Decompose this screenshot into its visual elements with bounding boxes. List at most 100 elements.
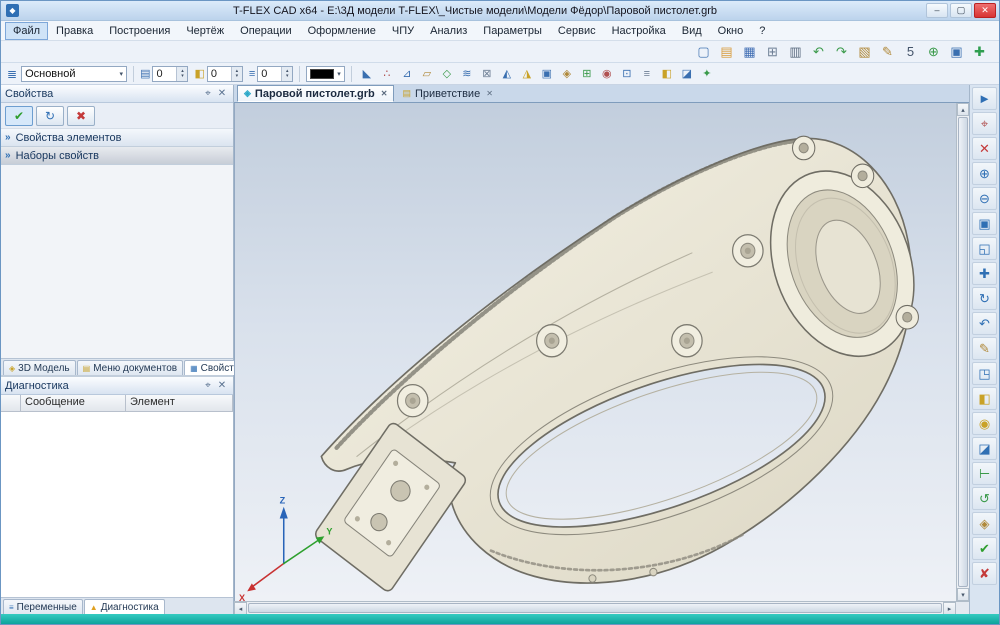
spinner-input[interactable]: 0 ▴▾ <box>152 66 188 82</box>
menu-item[interactable]: Операции <box>232 22 299 40</box>
close-panel-icon[interactable]: ✕ <box>215 88 229 99</box>
filter-hatches-icon[interactable]: ▱ <box>418 65 436 83</box>
column-header-message[interactable]: Сообщение <box>21 395 126 411</box>
bottom-tab[interactable]: ≡ Переменные <box>3 599 83 614</box>
refresh-button[interactable]: ↻ <box>36 106 64 126</box>
filter-operations-icon[interactable]: ⊞ <box>578 65 596 83</box>
menu-item[interactable]: Окно <box>710 22 752 40</box>
material-icon[interactable]: ◧ <box>972 387 997 410</box>
filter-lcs-icon[interactable]: ⊡ <box>618 65 636 83</box>
bottom-tab[interactable]: ▲ Диагностика <box>84 599 165 614</box>
previous-view-icon[interactable]: ↶ <box>972 312 997 335</box>
3d-model-canvas[interactable]: Z X Y <box>235 103 956 601</box>
close-tab-icon[interactable]: ✕ <box>381 89 388 98</box>
print-preview-icon[interactable]: ⊞ <box>763 42 782 61</box>
line-color-swatch[interactable]: ▾ <box>306 66 345 82</box>
close-panel-icon[interactable]: ✕ <box>215 380 229 391</box>
filter-3d-nodes-icon[interactable]: ◉ <box>598 65 616 83</box>
regenerate-icon[interactable]: ↺ <box>972 487 997 510</box>
section-header[interactable]: » Свойства элементов <box>1 129 233 147</box>
menu-item[interactable]: Построения <box>101 22 178 40</box>
open-document-icon[interactable]: ▤ <box>717 42 736 61</box>
close-document-icon[interactable]: ✕ <box>972 137 997 160</box>
filter-sections-icon[interactable]: ◪ <box>678 65 696 83</box>
add-element-icon[interactable]: ✚ <box>970 42 989 61</box>
menu-item[interactable]: Файл <box>5 22 48 40</box>
insert-link-icon[interactable]: ⊕ <box>924 42 943 61</box>
filter-all-icon[interactable]: ✦ <box>698 65 716 83</box>
redo-icon[interactable]: ↷ <box>832 42 851 61</box>
column-header-element[interactable]: Элемент <box>126 395 233 411</box>
menu-item[interactable]: Оформление <box>300 22 384 40</box>
isometric-cube-icon[interactable]: ◈ <box>972 512 997 535</box>
zoom-all-icon[interactable]: ◱ <box>972 237 997 260</box>
document-tab[interactable]: ◈ Паровой пистолет.grb ✕ <box>237 85 394 102</box>
menu-item[interactable]: Настройка <box>604 22 674 40</box>
title-bar[interactable]: ◆ T-FLEX CAD x64 - E:\3Д модели T-FLEX\_… <box>1 1 999 21</box>
scroll-up-icon[interactable]: ▴ <box>957 103 969 116</box>
filter-images-icon[interactable]: ⊠ <box>478 65 496 83</box>
print-icon[interactable]: ▥ <box>786 42 805 61</box>
spinner-input[interactable]: 0 ▴▾ <box>207 66 243 82</box>
pin-icon[interactable]: ⌖ <box>201 380 215 391</box>
select-mode-icon[interactable]: ► <box>972 87 997 110</box>
menu-item[interactable]: Вид <box>674 22 710 40</box>
filter-nodes-icon[interactable]: ∴ <box>378 65 396 83</box>
menu-item[interactable]: Сервис <box>550 22 604 40</box>
close-button[interactable]: ✕ <box>974 3 996 18</box>
filter-routes-icon[interactable]: ≡ <box>638 65 656 83</box>
filter-splines-icon[interactable]: ≋ <box>458 65 476 83</box>
filter-bodies-icon[interactable]: ◈ <box>558 65 576 83</box>
filter-lines-icon[interactable]: ◣ <box>358 65 376 83</box>
rotate-view-icon[interactable]: ↻ <box>972 287 997 310</box>
filter-faces-icon[interactable]: ◧ <box>658 65 676 83</box>
apply-button[interactable]: ✔ <box>5 106 33 126</box>
menu-item[interactable]: ЧПУ <box>384 22 422 40</box>
menu-item[interactable]: Анализ <box>422 22 475 40</box>
pan-view-icon[interactable]: ✚ <box>972 262 997 285</box>
3d-viewport[interactable]: Z X Y <box>234 103 956 601</box>
pin-icon[interactable]: ⌖ <box>201 88 215 99</box>
section-view-icon[interactable]: ◪ <box>972 437 997 460</box>
edit-properties-icon[interactable]: ✎ <box>878 42 897 61</box>
clipboard-icon[interactable]: ▧ <box>855 42 874 61</box>
zoom-out-icon[interactable]: ⊖ <box>972 187 997 210</box>
horizontal-scrollbar[interactable]: ◂ ▸ <box>234 601 969 614</box>
spinner-input[interactable]: 0 ▴▾ <box>257 66 293 82</box>
cancel-icon[interactable]: ✘ <box>972 562 997 585</box>
sketch-mode-icon[interactable]: ✎ <box>972 337 997 360</box>
horizontal-scroll-thumb[interactable] <box>248 603 942 613</box>
section-header[interactable]: » Наборы свойств <box>1 147 233 165</box>
minimize-button[interactable]: – <box>926 3 948 18</box>
apply-icon[interactable]: ✔ <box>972 537 997 560</box>
spinner-arrows[interactable]: ▴▾ <box>176 67 187 81</box>
layer-combobox[interactable]: Основной ▾ <box>21 66 127 82</box>
new-document-icon[interactable]: ▢ <box>694 42 713 61</box>
vertical-scroll-thumb[interactable] <box>958 117 968 587</box>
recent-documents-icon[interactable]: 5 <box>901 42 920 61</box>
chevron-down-icon[interactable]: ▾ <box>120 70 124 78</box>
zoom-window-icon[interactable]: ▣ <box>972 212 997 235</box>
panel-tab[interactable]: ◈ 3D Модель <box>3 360 76 375</box>
filter-workplanes-icon[interactable]: ◭ <box>498 65 516 83</box>
undo-icon[interactable]: ↶ <box>809 42 828 61</box>
measure-icon[interactable]: ⊢ <box>972 462 997 485</box>
image-icon[interactable]: ▣ <box>947 42 966 61</box>
chevron-down-icon[interactable]: ▾ <box>337 70 341 78</box>
spinner-arrows[interactable]: ▴▾ <box>231 67 242 81</box>
filter-profiles-icon[interactable]: ▣ <box>538 65 556 83</box>
scroll-down-icon[interactable]: ▾ <box>957 588 969 601</box>
vertical-scrollbar[interactable]: ▴ ▾ <box>956 103 969 601</box>
menu-item[interactable]: Параметры <box>475 22 550 40</box>
maximize-button[interactable]: ▢ <box>950 3 972 18</box>
save-document-icon[interactable]: ▦ <box>740 42 759 61</box>
spinner-arrows[interactable]: ▴▾ <box>281 67 292 81</box>
document-tab[interactable]: ▤ Приветствие ✕ <box>395 85 499 102</box>
light-icon[interactable]: ◉ <box>972 412 997 435</box>
zoom-in-icon[interactable]: ⊕ <box>972 162 997 185</box>
menu-item[interactable]: ? <box>751 22 773 40</box>
filter-texts-icon[interactable]: ◇ <box>438 65 456 83</box>
pin-document-icon[interactable]: ⌖ <box>972 112 997 135</box>
menu-item[interactable]: Чертёж <box>178 22 232 40</box>
cancel-button[interactable]: ✖ <box>67 106 95 126</box>
